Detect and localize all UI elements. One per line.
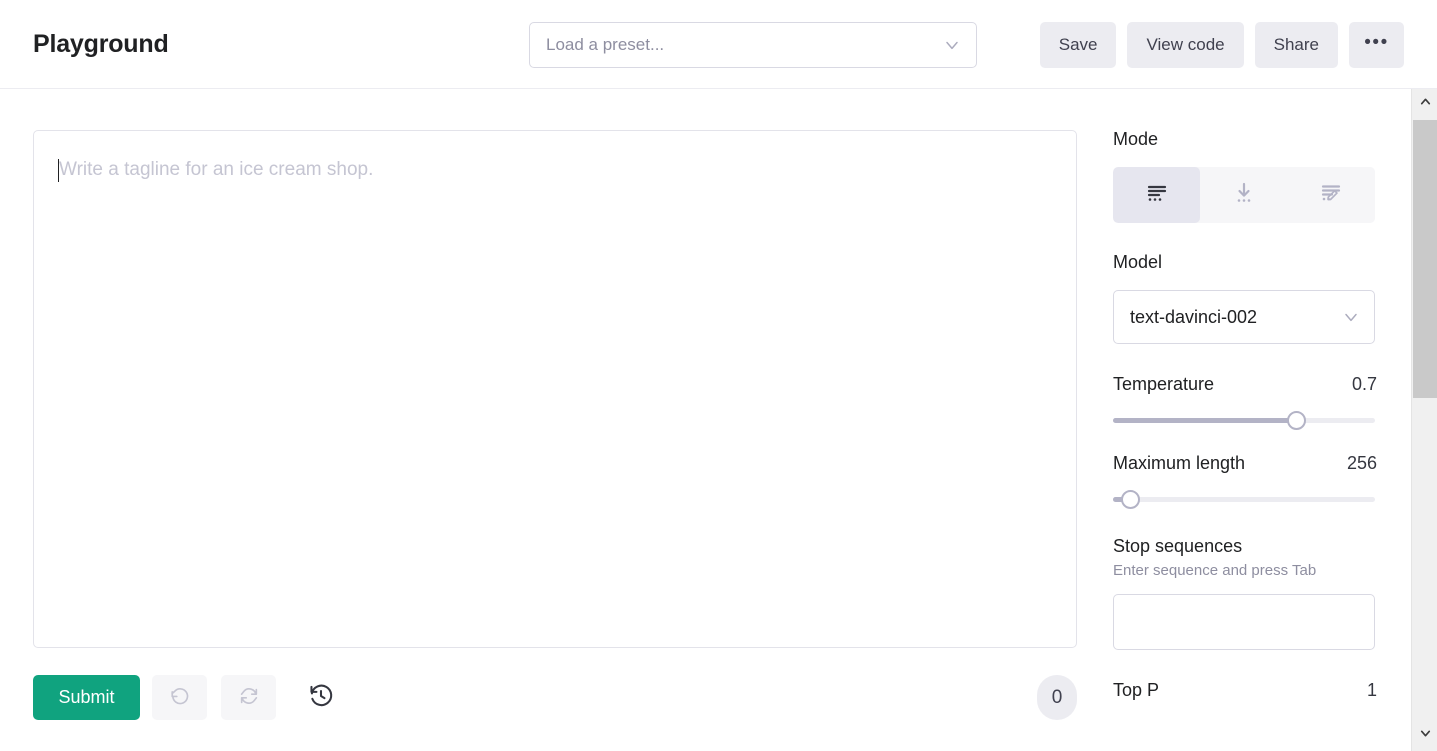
scrollbar-up-button[interactable] bbox=[1412, 89, 1437, 119]
mode-label: Mode bbox=[1113, 129, 1159, 149]
maximum-length-slider-thumb[interactable] bbox=[1121, 490, 1141, 509]
temperature-label: Temperature bbox=[1113, 374, 1215, 394]
preset-placeholder: Load a preset... bbox=[546, 35, 665, 54]
insert-icon bbox=[1232, 181, 1256, 210]
prompt-placeholder: Write a tagline for an ice cream shop. bbox=[59, 159, 374, 180]
history-icon bbox=[308, 683, 334, 712]
maximum-length-header: Maximum length 256 bbox=[1113, 453, 1377, 474]
stop-sequences-input[interactable] bbox=[1113, 594, 1375, 650]
regenerate-button[interactable] bbox=[221, 675, 276, 720]
temperature-slider-thumb[interactable] bbox=[1287, 411, 1307, 430]
page-scrollbar[interactable] bbox=[1411, 89, 1437, 751]
maximum-length-value: 256 bbox=[1346, 453, 1377, 473]
settings-sidebar: Mode Model text-davinci-002 Temperature … bbox=[1113, 89, 1411, 751]
temperature-header: Temperature 0.7 bbox=[1113, 374, 1377, 395]
mode-option-complete[interactable] bbox=[1113, 167, 1201, 223]
submit-button[interactable]: Submit bbox=[33, 675, 140, 720]
prompt-input[interactable]: Write a tagline for an ice cream shop. bbox=[33, 130, 1077, 648]
top-p-header: Top P 1 bbox=[1113, 680, 1377, 701]
page-title: Playground bbox=[33, 30, 169, 58]
prompt-first-line: Write a tagline for an ice cream shop. bbox=[58, 157, 1052, 183]
maximum-length-slider[interactable] bbox=[1113, 490, 1375, 509]
app-header: Playground Load a preset... Save View co… bbox=[0, 0, 1437, 89]
undo-button[interactable] bbox=[152, 675, 207, 720]
mode-field: Mode bbox=[1113, 130, 1411, 223]
prompt-toolbar: Submit 0 bbox=[33, 675, 1077, 721]
model-select[interactable]: text-davinci-002 bbox=[1113, 290, 1375, 344]
temperature-slider[interactable] bbox=[1113, 411, 1375, 430]
stop-sequences-label: Stop sequences bbox=[1113, 536, 1243, 556]
chevron-down-icon bbox=[1341, 307, 1361, 327]
temperature-slider-fill bbox=[1113, 418, 1297, 423]
chevron-up-icon bbox=[1419, 95, 1432, 113]
regenerate-icon bbox=[238, 685, 260, 710]
share-button[interactable]: Share bbox=[1254, 22, 1338, 68]
model-value: text-davinci-002 bbox=[1130, 306, 1258, 327]
preset-select[interactable]: Load a preset... bbox=[529, 22, 977, 68]
save-button[interactable]: Save bbox=[1039, 22, 1117, 68]
playground-app: Playground Load a preset... Save View co… bbox=[0, 0, 1437, 751]
mode-segmented-control bbox=[1113, 167, 1375, 223]
maximum-length-label: Maximum length bbox=[1113, 453, 1246, 473]
chevron-down-icon bbox=[1419, 727, 1432, 745]
more-options-button[interactable]: ••• bbox=[1349, 22, 1404, 68]
ellipsis-icon: ••• bbox=[1364, 31, 1389, 53]
temperature-field: Temperature 0.7 bbox=[1113, 374, 1377, 430]
edit-icon bbox=[1319, 181, 1343, 210]
history-button[interactable] bbox=[298, 675, 343, 720]
chevron-down-icon bbox=[942, 35, 962, 55]
top-p-value: 1 bbox=[1366, 680, 1377, 700]
mode-option-insert[interactable] bbox=[1200, 167, 1288, 223]
mode-option-edit[interactable] bbox=[1287, 167, 1375, 223]
complete-icon bbox=[1145, 181, 1169, 210]
scrollbar-thumb[interactable] bbox=[1413, 120, 1437, 398]
model-field: Model text-davinci-002 bbox=[1113, 253, 1411, 344]
top-p-field: Top P 1 bbox=[1113, 680, 1377, 701]
maximum-length-field: Maximum length 256 bbox=[1113, 453, 1377, 509]
view-code-button[interactable]: View code bbox=[1127, 22, 1244, 68]
undo-icon bbox=[169, 685, 191, 710]
temperature-value: 0.7 bbox=[1351, 374, 1377, 394]
header-actions: Save View code Share ••• bbox=[1039, 22, 1404, 68]
top-p-label: Top P bbox=[1113, 680, 1160, 700]
scrollbar-down-button[interactable] bbox=[1412, 721, 1437, 751]
token-count-badge: 0 bbox=[1037, 675, 1077, 720]
stop-sequences-field: Stop sequences Enter sequence and press … bbox=[1113, 537, 1377, 650]
model-label: Model bbox=[1113, 252, 1163, 272]
stop-sequences-hint: Enter sequence and press Tab bbox=[1113, 562, 1317, 579]
